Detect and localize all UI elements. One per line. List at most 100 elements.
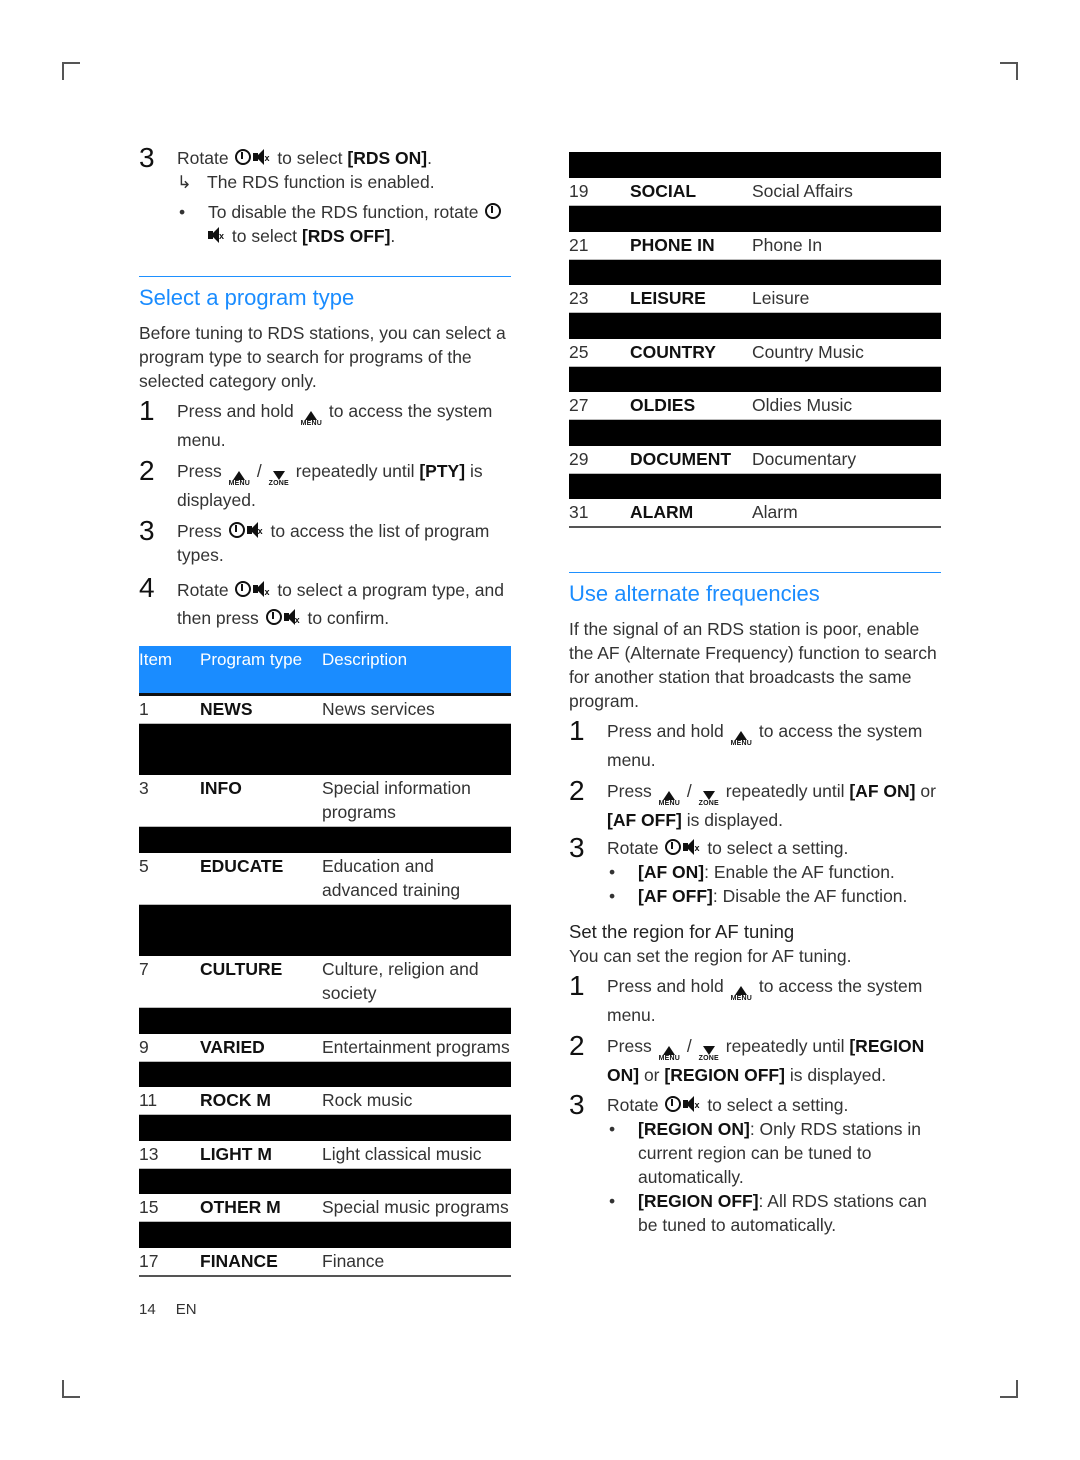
header-description: Description [322,646,511,696]
af-step-2: 2 Press MENU / ZONE repeatedly until [AF… [569,775,936,831]
table-row: 25 COUNTRY Country Music [569,338,941,367]
power-knob-icon [228,522,245,538]
mute-icon: x [253,581,269,597]
table-row: 5 EDUCATE Education and advanced training [139,852,511,905]
pty-step-2: 2 Press MENU / ZONE repeatedly until [PT… [139,455,483,511]
zone-down-button-icon: ZONE [699,1046,719,1063]
bullet-icon: • [609,1191,616,1211]
step-number: 3 [139,142,155,173]
section-intro: If the signal of an RDS station is poor,… [569,619,937,711]
menu-up-button-icon: MENU [229,471,250,488]
table-row: 9 VARIED Entertainment programs [139,1033,511,1062]
crop-mark-bottom-right [1000,1380,1018,1398]
bullet-icon: • [179,202,186,222]
rds-step-3: 3 Rotate x to select [RDS ON]. [139,142,432,173]
menu-up-button-icon: MENU [659,1046,680,1063]
mute-icon: x [246,522,263,538]
mute-icon: x [683,1096,699,1112]
bullet-icon: • [609,862,616,882]
redacted-row [569,366,941,392]
section-intro: Before tuning to RDS stations, you can s… [139,323,506,391]
section-title-alternate-frequencies: Use alternate frequencies [569,581,820,606]
crop-mark-top-right [1000,62,1018,80]
table-row: 19 SOCIAL Social Affairs [569,178,941,206]
pty-step-4: 4 Rotate x to select a program type, and… [139,572,504,629]
table-row: 21 PHONE IN Phone In [569,231,941,260]
table-row: 13 LIGHT M Light classical music [139,1140,511,1169]
crop-mark-top-left [62,62,80,80]
left-column: 3 Rotate x to select [RDS ON]. ↳ The RDS… [139,140,511,1277]
power-knob-icon [665,1096,682,1112]
menu-up-button-icon: MENU [659,791,680,808]
af-on-bullet: • [AF ON]: Enable the AF function. [609,862,895,882]
redacted-row [139,723,511,775]
redacted-row [139,1061,511,1087]
bullet-icon: • [609,886,616,906]
section-title-program-type: Select a program type [139,285,355,310]
region-off-bullet: • [REGION OFF]: All RDS stations can be … [609,1191,927,1235]
power-knob-icon [665,839,682,855]
header-program-type: Program type [200,646,322,696]
redacted-row [139,1221,511,1248]
redacted-row [569,312,941,339]
bullet-icon: • [609,1119,616,1139]
region-step-2: 2 Press MENU / ZONE repeatedly until [RE… [569,1030,925,1086]
af-off-bullet: • [AF OFF]: Disable the AF function. [609,886,908,906]
redacted-row [139,1168,511,1194]
table-row: 31 ALARM Alarm [569,499,941,528]
menu-up-button-icon: MENU [731,731,752,748]
table-header-row: Item Program type Description [139,646,511,696]
power-knob-icon [235,581,252,597]
redacted-row [139,1007,511,1034]
right-column: 19 SOCIAL Social Affairs 21 PHONE IN Phone I… [569,152,941,1237]
program-type-table: Item Program type Description 1 NEWS News … [139,646,511,1277]
menu-up-button-icon: MENU [731,986,752,1003]
page-number: 14 [139,1301,156,1318]
header-item: Item [139,646,200,696]
pty-step-1: 1 Press and hold MENU to access the syst… [139,395,493,451]
redacted-row [569,473,941,499]
table-row: 29 DOCUMENT Documentary [569,445,941,474]
table-row: 11 ROCK M Rock music [139,1087,511,1115]
redacted-row [569,205,941,232]
table-row: 27 OLDIES Oldies Music [569,392,941,420]
power-knob-icon [265,609,282,625]
option-rds-on: [RDS ON] [347,148,428,168]
program-type-table-continued: 19 SOCIAL Social Affairs 21 PHONE IN Phone I… [569,152,941,528]
result-line: ↳ The RDS function is enabled. [177,172,435,192]
crop-mark-bottom-left [62,1380,80,1398]
redacted-row [569,259,941,285]
table-row: 17 FINANCE Finance [139,1247,511,1277]
disable-rds-bullet: • To disable the RDS function, rotate x … [177,200,511,248]
mute-icon: x [253,149,269,165]
language-code: EN [175,1301,197,1318]
redacted-row [569,419,941,446]
mute-icon: x [283,609,300,625]
option-rds-off: [RDS OFF] [301,226,391,246]
table-row: 15 OTHER M Special music programs [139,1194,511,1222]
result-arrow-icon: ↳ [177,172,192,192]
region-step-3: 3 Rotate x to select a setting. [569,1089,849,1120]
table-row: 7 CULTURE Culture, religion and society [139,956,511,1008]
subsection-title-region: Set the region for AF tuning [569,921,795,942]
region-step-1: 1 Press and hold MENU to access the syst… [569,970,923,1026]
table-row: 1 NEWS News services [139,694,511,724]
zone-down-button-icon: ZONE [269,471,289,488]
power-knob-icon [485,203,502,219]
page-footer: 14 EN [139,1301,197,1318]
redacted-row [139,904,511,956]
redacted-row [569,152,941,178]
table-row: 23 LEISURE Leisure [569,285,941,313]
af-step-1: 1 Press and hold MENU to access the syst… [569,715,923,771]
power-knob-icon [235,149,252,165]
section-divider [569,572,941,573]
zone-down-button-icon: ZONE [699,791,719,808]
pty-step-3: 3 Press x to access the list of program … [139,515,490,566]
region-on-bullet: • [REGION ON]: Only RDS stations in curr… [609,1119,921,1187]
subsection-intro: You can set the region for AF tuning. [569,946,852,966]
af-step-3: 3 Rotate x to select a setting. [569,832,849,863]
mute-icon: x [208,227,224,243]
section-divider [139,276,511,277]
redacted-row [139,826,511,853]
table-row: 3 INFO Special information programs [139,775,511,827]
